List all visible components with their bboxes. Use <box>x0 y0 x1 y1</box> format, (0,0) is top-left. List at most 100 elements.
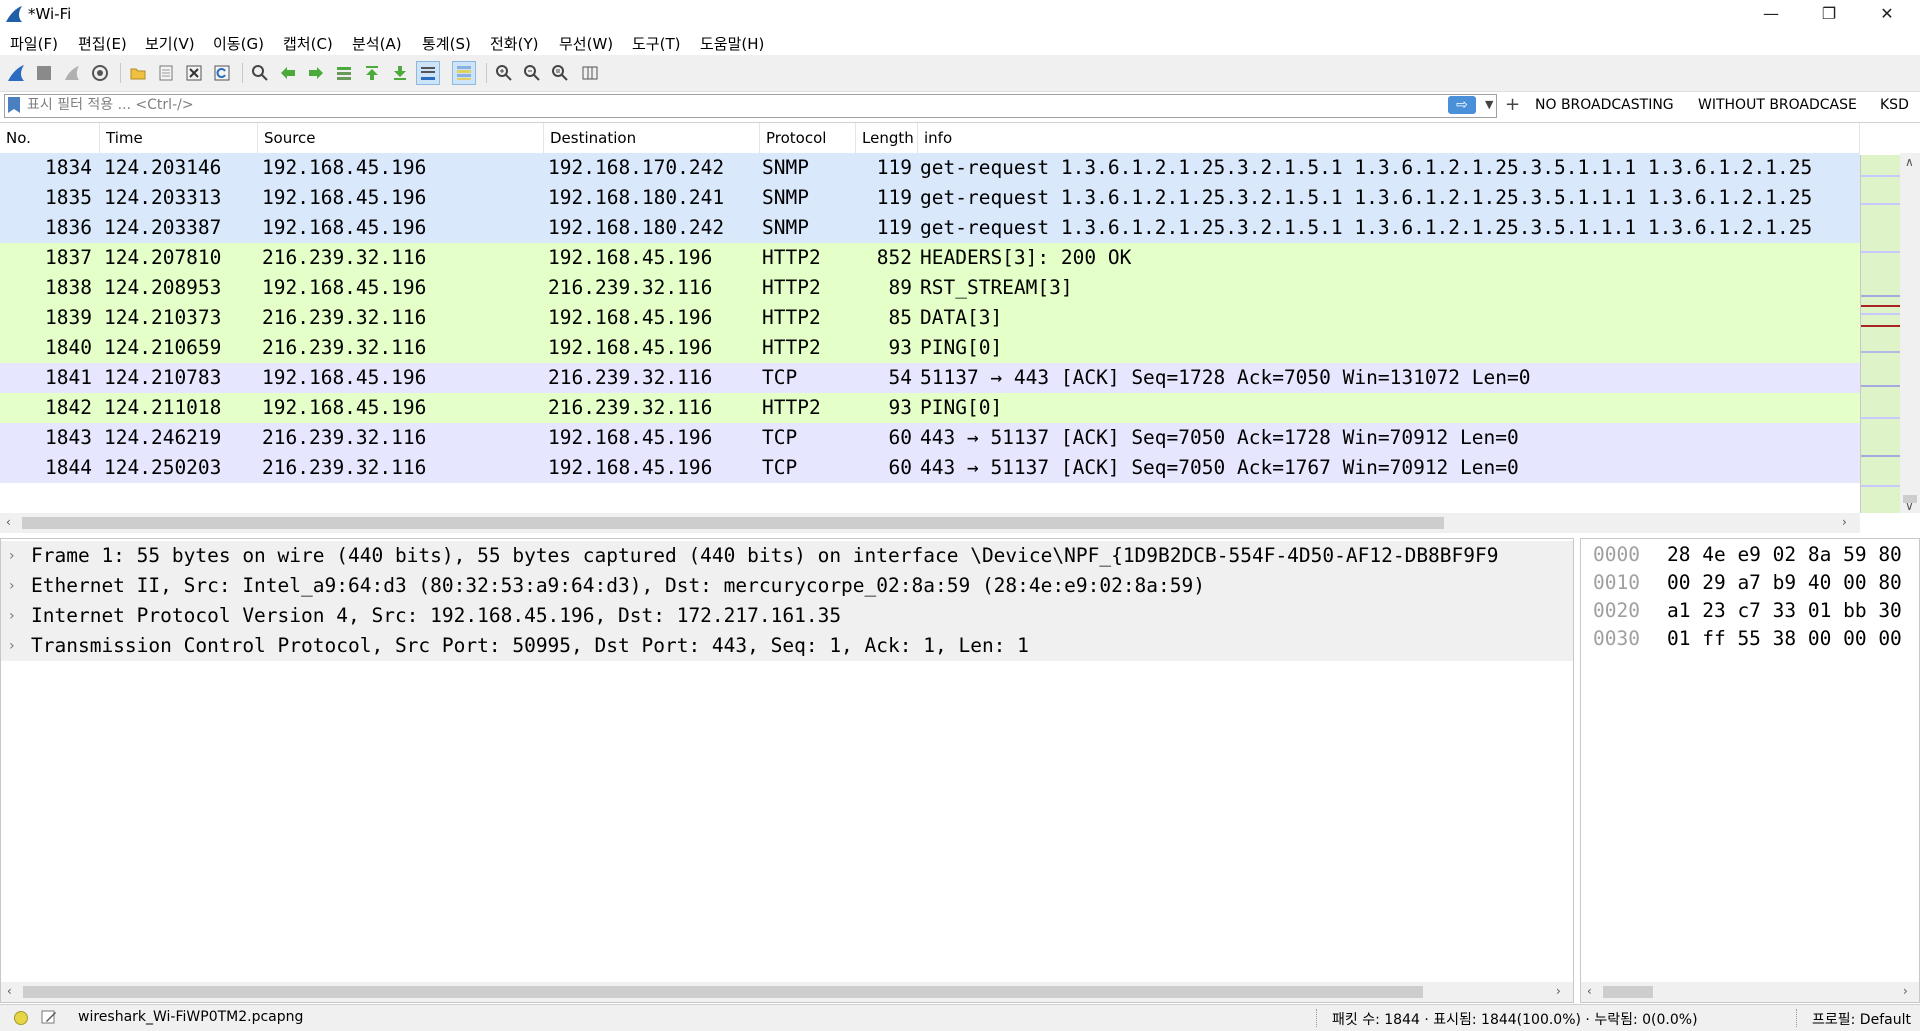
detail-row-ethernet[interactable]: › Ethernet II, Src: Intel_a9:64:d3 (80:3… <box>1 571 1573 601</box>
expand-chevron-icon[interactable]: › <box>9 631 15 661</box>
go-to-packet-button[interactable] <box>332 61 356 85</box>
packet-cell-proto: TCP <box>762 426 798 449</box>
bookmark-icon[interactable] <box>8 97 20 113</box>
scroll-right-arrow-icon[interactable]: › <box>1842 515 1847 529</box>
packet-list-vertical-scrollbar[interactable]: ∧ ∨ <box>1900 153 1920 513</box>
open-file-button[interactable] <box>126 61 150 85</box>
close-file-button[interactable] <box>182 61 206 85</box>
scroll-right-arrow-icon[interactable]: › <box>1903 984 1908 998</box>
stop-icon <box>37 66 51 80</box>
status-profile[interactable]: 프로필: Default <box>1812 1009 1911 1029</box>
bytes-horizontal-scrollbar[interactable]: ‹ › <box>1581 982 1919 1002</box>
restart-capture-button[interactable] <box>60 61 84 85</box>
scroll-down-arrow-icon[interactable]: ∨ <box>1905 499 1914 513</box>
packet-row[interactable]: 1838 124.208953 192.168.45.196 216.239.32.1… <box>0 273 1860 303</box>
packet-cell-info: 443 → 51137 [ACK] Seq=7050 Ack=1728 Win=… <box>920 426 1519 449</box>
normal-size-button[interactable] <box>548 61 572 85</box>
apply-filter-arrow-icon[interactable]: ⇨ <box>1448 96 1476 114</box>
bytes-hex[interactable]: 00 29 a7 b9 40 00 80 <box>1667 569 1902 597</box>
packet-minimap[interactable] <box>1860 155 1901 513</box>
filter-button-no-broadcasting[interactable]: NO BROADCASTING <box>1535 97 1674 113</box>
column-header-no[interactable]: No. <box>0 123 100 153</box>
horizontal-scroll-thumb[interactable] <box>1603 986 1653 998</box>
menu-tools[interactable]: 도구(T) <box>632 33 680 54</box>
packet-row[interactable]: 1843 124.246219 216.239.32.116 192.168.45.1… <box>0 423 1860 453</box>
close-button[interactable]: ✕ <box>1858 0 1916 30</box>
expand-chevron-icon[interactable]: › <box>9 601 15 631</box>
reload-file-button[interactable] <box>210 61 234 85</box>
last-packet-button[interactable] <box>388 61 412 85</box>
restore-button[interactable]: ❐ <box>1800 0 1858 30</box>
save-file-button[interactable] <box>154 61 178 85</box>
menu-wireless[interactable]: 무선(W) <box>559 33 613 54</box>
detail-row-frame[interactable]: › Frame 1: 55 bytes on wire (440 bits), … <box>1 541 1573 571</box>
menu-help[interactable]: 도움말(H) <box>700 33 764 54</box>
stop-capture-button[interactable] <box>32 61 56 85</box>
packet-cell-dst: 192.168.180.242 <box>548 216 725 239</box>
scroll-up-arrow-icon[interactable]: ∧ <box>1905 155 1914 169</box>
minimize-button[interactable]: — <box>1742 0 1800 30</box>
expert-info-icon[interactable] <box>14 1011 28 1025</box>
packet-row[interactable]: 1844 124.250203 216.239.32.116 192.168.45.1… <box>0 453 1860 483</box>
add-filter-button-plus-icon[interactable]: + <box>1505 94 1520 115</box>
packet-cell-len: 89 <box>888 276 912 299</box>
go-forward-button[interactable] <box>304 61 328 85</box>
menu-go[interactable]: 이동(G) <box>213 33 264 54</box>
go-back-button[interactable] <box>276 61 300 85</box>
column-header-length[interactable]: Length <box>856 123 918 153</box>
close-file-icon <box>186 65 202 81</box>
colorize-button[interactable] <box>452 61 476 85</box>
start-capture-button[interactable] <box>4 61 28 85</box>
packet-row[interactable]: 1837 124.207810 216.239.32.116 192.168.45.1… <box>0 243 1860 273</box>
bytes-hex[interactable]: 01 ff 55 38 00 00 00 <box>1667 625 1902 653</box>
packet-row[interactable]: 1841 124.210783 192.168.45.196 216.239.32.1… <box>0 363 1860 393</box>
bytes-hex[interactable]: a1 23 c7 33 01 bb 30 <box>1667 597 1902 625</box>
first-packet-button[interactable] <box>360 61 384 85</box>
resize-columns-button[interactable] <box>578 61 602 85</box>
horizontal-scroll-thumb[interactable] <box>22 517 1444 529</box>
find-packet-button[interactable] <box>248 61 272 85</box>
packet-list-horizontal-scrollbar[interactable]: ‹ › <box>0 513 1860 533</box>
chevron-down-icon[interactable]: ▼ <box>1485 95 1493 115</box>
packet-row[interactable]: 1840 124.210659 216.239.32.116 192.168.45.1… <box>0 333 1860 363</box>
packet-row[interactable]: 1839 124.210373 216.239.32.116 192.168.45.1… <box>0 303 1860 333</box>
detail-row-tcp[interactable]: › Transmission Control Protocol, Src Por… <box>1 631 1573 661</box>
autoscroll-button[interactable] <box>416 61 440 85</box>
column-header-destination[interactable]: Destination <box>544 123 760 153</box>
filter-button-without-broadcase[interactable]: WITHOUT BROADCASE <box>1698 97 1857 113</box>
menu-statistics[interactable]: 통계(S) <box>422 33 471 54</box>
menu-analyze[interactable]: 분석(A) <box>352 33 402 54</box>
scroll-right-arrow-icon[interactable]: › <box>1556 984 1561 998</box>
bytes-hex[interactable]: 28 4e e9 02 8a 59 80 <box>1667 541 1902 569</box>
menu-capture[interactable]: 캡처(C) <box>283 33 333 54</box>
toolbar-separator <box>120 63 121 83</box>
expand-chevron-icon[interactable]: › <box>9 541 15 571</box>
column-header-source[interactable]: Source <box>258 123 544 153</box>
column-header-time[interactable]: Time <box>100 123 258 153</box>
packet-row[interactable]: 1834 124.203146 192.168.45.196 192.168.170.… <box>0 153 1860 183</box>
packet-cell-info: get-request 1.3.6.1.2.1.25.3.2.1.5.1 1.3… <box>920 186 1813 209</box>
capture-options-button[interactable] <box>88 61 112 85</box>
details-horizontal-scrollbar[interactable]: ‹ › <box>1 982 1573 1002</box>
capture-comment-icon[interactable] <box>40 1008 58 1026</box>
zoom-out-button[interactable] <box>520 61 544 85</box>
menu-file[interactable]: 파일(F) <box>10 33 58 54</box>
scroll-left-arrow-icon[interactable]: ‹ <box>6 515 11 529</box>
scroll-left-arrow-icon[interactable]: ‹ <box>7 984 12 998</box>
expand-chevron-icon[interactable]: › <box>9 571 15 601</box>
menu-view[interactable]: 보기(V) <box>145 33 195 54</box>
horizontal-scroll-thumb[interactable] <box>23 986 1423 998</box>
menu-telephony[interactable]: 전화(Y) <box>490 33 538 54</box>
display-filter-input[interactable] <box>27 95 1447 115</box>
packet-row[interactable]: 1835 124.203313 192.168.45.196 192.168.180.… <box>0 183 1860 213</box>
column-header-info[interactable]: info <box>918 123 1860 153</box>
packet-row[interactable]: 1836 124.203387 192.168.45.196 192.168.180.… <box>0 213 1860 243</box>
scroll-left-arrow-icon[interactable]: ‹ <box>1587 984 1592 998</box>
packet-cell-time: 124.250203 <box>104 456 222 479</box>
packet-row[interactable]: 1842 124.211018 192.168.45.196 216.239.32.1… <box>0 393 1860 423</box>
detail-row-ip[interactable]: › Internet Protocol Version 4, Src: 192.… <box>1 601 1573 631</box>
menu-edit[interactable]: 편집(E) <box>78 33 127 54</box>
filter-button-ksd[interactable]: KSD <box>1880 97 1909 113</box>
column-header-protocol[interactable]: Protocol <box>760 123 856 153</box>
zoom-in-button[interactable] <box>492 61 516 85</box>
